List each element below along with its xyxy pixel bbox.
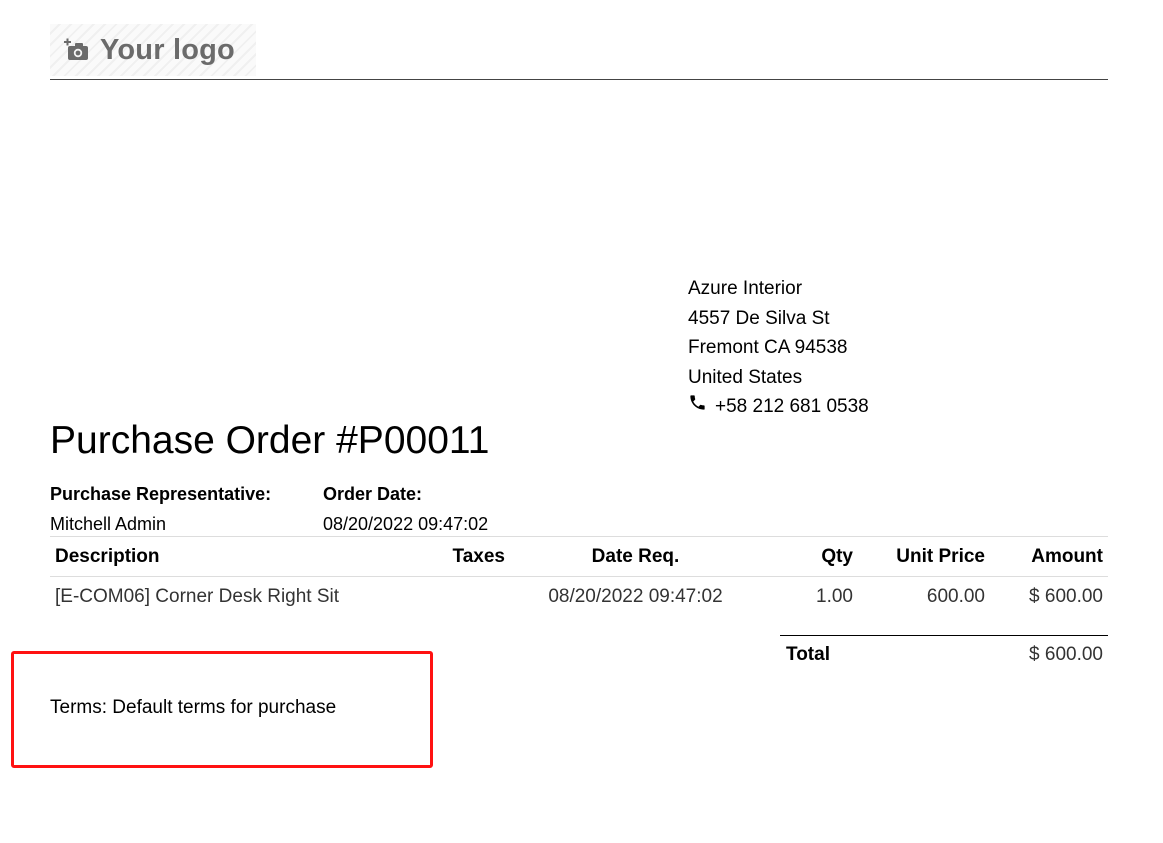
vendor-name: Azure Interior	[688, 278, 803, 299]
line-date-req: 08/20/2022 09:47:02	[548, 586, 723, 607]
line-qty: 1.00	[816, 586, 853, 607]
col-header-qty: Qty	[761, 536, 858, 577]
order-date-value: 08/20/2022 09:47:02	[323, 514, 489, 534]
table-header-row: Description Taxes Date Req. Qty Unit Pri…	[50, 536, 1108, 577]
page-title: Purchase Order #P00011	[50, 419, 490, 462]
total-value: $ 600.00	[1029, 644, 1103, 665]
rep-label: Purchase Representative:	[50, 484, 272, 504]
order-date-label: Order Date:	[323, 484, 423, 504]
header-divider	[50, 79, 1108, 80]
col-header-amount: Amount	[990, 536, 1108, 577]
vendor-street: 4557 De Silva St	[688, 307, 830, 329]
vendor-phone: +58 212 681 0538	[715, 396, 869, 417]
vendor-city: Fremont CA 94538	[688, 337, 848, 358]
purchase-representative: Purchase Representative: Mitchell Admin	[50, 479, 271, 539]
vendor-country: United States	[688, 366, 803, 388]
terms-text: Terms: Default terms for purchase	[50, 697, 337, 718]
line-taxes	[445, 577, 510, 618]
col-header-unit-price: Unit Price	[858, 536, 990, 577]
table-row: [E-COM06] Corner Desk Right Sit 08/20/20…	[50, 577, 1108, 618]
vendor-address: Azure Interior 4557 De Silva St Fremont …	[688, 274, 869, 422]
totals-block: Total $ 600.00	[780, 635, 1108, 666]
col-header-taxes: Taxes	[445, 536, 510, 577]
vendor-phone-row: +58 212 681 0538	[688, 392, 869, 422]
line-amount: $ 600.00	[1029, 586, 1103, 607]
add-photo-icon	[64, 38, 90, 62]
col-header-description: Description	[50, 536, 445, 577]
col-header-date-req: Date Req.	[510, 536, 761, 577]
total-label: Total	[786, 644, 830, 665]
order-lines-table: Description Taxes Date Req. Qty Unit Pri…	[50, 536, 1108, 617]
logo-text: Your logo	[100, 33, 235, 66]
order-date: Order Date: 08/20/2022 09:47:02	[323, 479, 488, 539]
total-row: Total $ 600.00	[780, 636, 1108, 666]
rep-value: Mitchell Admin	[50, 514, 167, 534]
line-description: [E-COM06] Corner Desk Right Sit	[55, 586, 340, 607]
phone-icon	[688, 392, 707, 422]
company-logo-placeholder: Your logo	[50, 24, 256, 76]
line-unit-price: 600.00	[926, 586, 985, 607]
